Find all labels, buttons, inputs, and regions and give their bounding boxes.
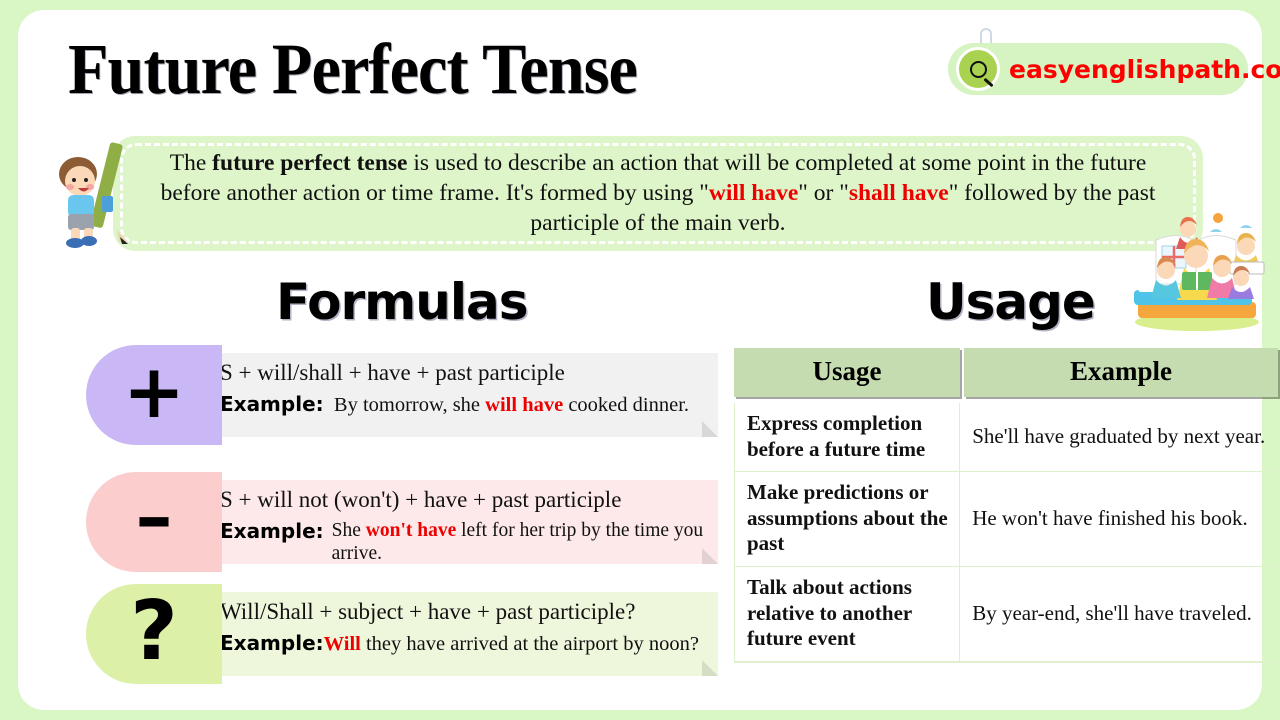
boy-with-pencil-illustration: [59, 142, 128, 248]
cell-example: He won't have finished his book.: [972, 505, 1248, 530]
folded-corner-icon: [702, 421, 718, 437]
description-text: The future perfect tense is used to desc…: [160, 150, 1156, 237]
plus-icon: +: [122, 349, 185, 435]
usage-table: Usage Example Express completion before …: [734, 348, 1278, 663]
question-mark-badge: ?: [86, 584, 222, 684]
question-mark-icon: ?: [130, 584, 178, 679]
table-row: Express completion before a future time …: [735, 403, 1277, 473]
cell-example: By year-end, she'll have traveled.: [972, 600, 1252, 625]
formula-question-example: Example:Will they have arrived at the ai…: [220, 630, 699, 655]
content-card: Future Perfect Tense easyenglishpath.com…: [18, 10, 1280, 710]
formula-positive-example: Example: By tomorrow, she will have cook…: [220, 391, 690, 416]
formula-positive-body: S + will/shall + have + past participle …: [196, 353, 718, 437]
description-box: The future perfect tense is used to desc…: [113, 136, 1203, 251]
cell-usage: Talk about actions relative to another f…: [735, 567, 961, 661]
formula-negative-body: S + will not (won't) + have + past parti…: [196, 480, 718, 564]
table-header-row: Usage Example: [734, 348, 1278, 397]
search-icon: [956, 47, 1000, 91]
formulas-heading: Formulas: [276, 273, 528, 331]
brand-badge[interactable]: easyenglishpath.com: [948, 43, 1280, 95]
cell-usage: Express completion before a future time: [735, 403, 961, 472]
formula-question-body: Will/Shall + subject + have + past parti…: [196, 592, 718, 676]
kids-reading-books-illustration: [1134, 213, 1265, 331]
table-row: Talk about actions relative to another f…: [735, 567, 1277, 662]
column-header-usage: Usage: [734, 348, 960, 397]
formula-positive-text: S + will/shall + have + past participle: [220, 360, 565, 385]
column-header-example: Example: [964, 348, 1278, 397]
folded-corner-icon: [702, 660, 718, 676]
plus-sign-badge: +: [86, 345, 222, 445]
formula-negative-example: Example: She won't have left for her tri…: [220, 518, 704, 564]
formula-negative-text: S + will not (won't) + have + past parti…: [220, 487, 622, 512]
infographic-page: Future Perfect Tense easyenglishpath.com…: [0, 0, 1280, 720]
cell-example: She'll have graduated by next year.: [972, 423, 1266, 448]
table-body: Express completion before a future time …: [734, 403, 1278, 663]
minus-icon: –: [135, 474, 173, 560]
folded-corner-icon: [702, 548, 718, 564]
brand-label: easyenglishpath.com: [1009, 54, 1280, 84]
usage-heading: Usage: [926, 273, 1096, 331]
page-title: Future Perfect Tense: [68, 29, 638, 109]
minus-sign-badge: –: [86, 472, 222, 572]
table-row: Make predictions or assumptions about th…: [735, 472, 1277, 568]
cell-usage: Make predictions or assumptions about th…: [735, 472, 961, 567]
formula-question-text: Will/Shall + subject + have + past parti…: [220, 599, 636, 624]
